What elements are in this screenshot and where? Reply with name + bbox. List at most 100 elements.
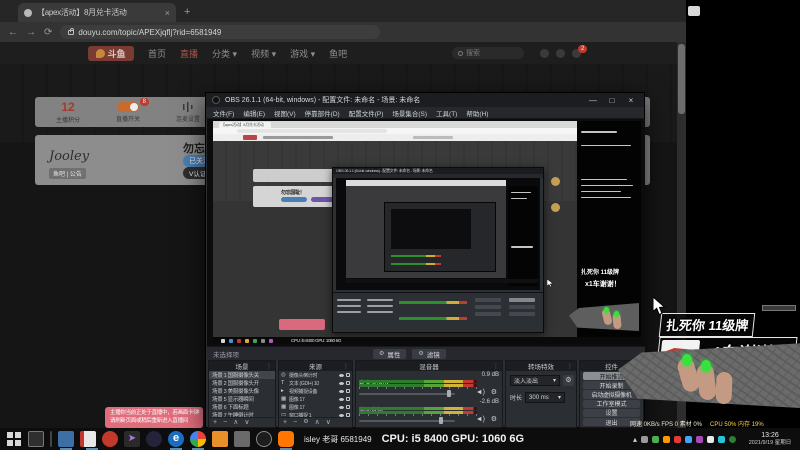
visibility-eye-icon[interactable] [339, 381, 344, 385]
visibility-eye-icon[interactable] [339, 389, 344, 393]
lock-icon[interactable] [346, 373, 350, 377]
close-icon[interactable]: × [624, 96, 638, 105]
scene-item[interactable]: 场景 2 国服摄像头开 [209, 379, 275, 387]
tray-icon[interactable] [674, 435, 681, 443]
lock-icon[interactable] [346, 397, 350, 401]
message-icon[interactable] [540, 49, 549, 58]
menu-docks[interactable]: 停靠部件(D) [305, 108, 340, 118]
scene-item[interactable]: 场景 6 下面标题 [209, 403, 275, 411]
tray-icon[interactable] [663, 435, 670, 443]
back-icon[interactable]: ← [8, 27, 18, 38]
visibility-eye-icon[interactable] [339, 373, 344, 377]
menu-profile[interactable]: 配置文件(P) [349, 108, 384, 118]
source-item[interactable]: T 文本 (GDI+) 10 [279, 379, 352, 387]
tray-icon[interactable] [652, 435, 659, 443]
spinner-icons[interactable]: ▾ [558, 394, 561, 401]
menu-view[interactable]: 视图(V) [274, 108, 296, 118]
lock-icon[interactable] [346, 389, 350, 393]
netease-music-icon[interactable] [102, 431, 118, 447]
forward-icon[interactable]: → [26, 27, 36, 38]
tray-icon[interactable] [718, 435, 725, 443]
taskbar-clock[interactable]: 13:26 2021/9/19 星期日 [744, 432, 796, 447]
edge-icon[interactable]: e [168, 431, 184, 450]
new-tab-button[interactable]: + [184, 6, 190, 18]
desktop-speaker-icon[interactable]: ◄) [476, 416, 485, 423]
source-down-icon[interactable]: ∨ [326, 418, 331, 427]
dock-menu-icon[interactable]: ⋮ [567, 363, 573, 370]
scenes-header[interactable]: 场景 ⋮ [209, 361, 275, 371]
refresh-icon[interactable]: ⟳ [44, 27, 52, 38]
lock-icon[interactable] [346, 381, 350, 385]
scene-item[interactable]: 场景 5 显示器瞬间 [209, 395, 275, 403]
nav-live[interactable]: 直播 [180, 47, 198, 60]
dock-menu-icon[interactable]: ⋮ [266, 363, 272, 370]
transition-gear-icon[interactable]: ⚙ [563, 375, 574, 386]
tray-icon[interactable] [685, 435, 692, 443]
transition-select[interactable]: 淡入淡出 ▾ [510, 375, 560, 386]
fishbar-pill[interactable]: 鱼吧 | 公告 [49, 168, 86, 179]
duration-input[interactable]: 300 ms ▾ [525, 392, 566, 403]
nav-home[interactable]: 首页 [148, 47, 166, 60]
tray-icon[interactable] [729, 435, 736, 443]
mixer-header[interactable]: 混音器 ⋮ [356, 361, 502, 371]
maximize-icon[interactable]: □ [605, 96, 619, 105]
add-scene-icon[interactable]: + [213, 418, 217, 427]
mic-volume-slider[interactable] [359, 393, 455, 395]
mic-volume-knob[interactable] [447, 390, 451, 397]
url-field[interactable]: douyu.com/topic/APEXjqflj?rid=6581949 [60, 25, 381, 39]
filters-button[interactable]: ⚙ 滤镜 [412, 348, 446, 359]
search-input[interactable]: 搜索 [452, 47, 524, 59]
nav-category[interactable]: 分类 ▾ [212, 47, 237, 60]
source-up-icon[interactable]: ∧ [315, 418, 320, 427]
nav-game[interactable]: 游戏 ▾ [290, 47, 315, 60]
tray-icon[interactable] [707, 435, 714, 443]
dock-menu-icon[interactable]: ⋮ [343, 363, 349, 370]
visibility-eye-icon[interactable] [339, 405, 344, 409]
tray-expand-icon[interactable]: ▴ [633, 435, 637, 444]
tray-icon[interactable] [641, 435, 648, 443]
toast-close-icon[interactable]: × [196, 409, 200, 416]
douyu-app-icon[interactable] [278, 431, 294, 450]
douyu-logo[interactable]: 斗鱼 [88, 45, 134, 61]
source-properties-gear-icon[interactable]: ⚙ [303, 418, 308, 427]
taskbar-room-label[interactable]: isley 老哥 6581949 [304, 434, 372, 445]
chrome-icon[interactable] [190, 431, 206, 450]
orange-app-icon[interactable] [212, 431, 228, 447]
live-toggle[interactable] [117, 101, 139, 112]
nav-video[interactable]: 视频 ▾ [251, 47, 276, 60]
obs-preview[interactable]: 【apex活动】8月兑卡活动 勿忘国耻！ OBS 26.1.1 (64-bit,… [207, 119, 645, 346]
scene-down-icon[interactable]: ∨ [244, 418, 249, 427]
tab-close-icon[interactable]: × [165, 8, 170, 18]
nav-fishbar[interactable]: 鱼吧 [329, 47, 347, 60]
lock-icon[interactable] [346, 405, 350, 409]
photos-app-icon[interactable] [80, 431, 98, 450]
desktop-gear-icon[interactable]: ⚙ [491, 416, 497, 423]
scene-up-icon[interactable]: ∧ [233, 418, 238, 427]
tray-icon[interactable] [696, 435, 703, 443]
source-item[interactable]: ▸ 视频捕捉设备 [279, 387, 352, 395]
visibility-eye-icon[interactable] [339, 397, 344, 401]
source-item[interactable]: ▦ 图像 17 [279, 403, 352, 411]
desktop-volume-knob[interactable] [439, 417, 443, 424]
sources-header[interactable]: 来源 ⋮ [279, 361, 352, 371]
remove-scene-icon[interactable]: − [223, 418, 227, 427]
minimize-icon[interactable]: — [586, 96, 600, 105]
scrollbar-thumb[interactable] [678, 44, 685, 114]
menu-file[interactable]: 文件(F) [213, 108, 234, 118]
settings-button[interactable]: 设置 [583, 408, 640, 417]
menu-edit[interactable]: 编辑(E) [243, 108, 265, 118]
properties-button[interactable]: ⚙ 属性 [373, 348, 407, 359]
gray-app-icon[interactable] [234, 431, 250, 447]
obs-titlebar[interactable]: OBS 26.1.1 (64-bit, windows) - 配置文件: 未命名… [206, 93, 644, 107]
source-item[interactable]: ▦ 图像 17 [279, 395, 352, 403]
add-source-icon[interactable]: + [283, 418, 287, 427]
heart-icon[interactable] [556, 49, 565, 58]
dark-app-icon[interactable] [146, 431, 162, 447]
mic-speaker-icon[interactable]: ◄) [476, 389, 485, 396]
start-button[interactable] [6, 431, 22, 447]
browser-tab[interactable]: 【apex活动】8月兑卡活动 × [18, 3, 176, 22]
dock-menu-icon[interactable]: ⋮ [493, 363, 499, 370]
scene-item[interactable]: 场景 3 美服摄像头像 [209, 387, 275, 395]
task-view-button[interactable] [28, 431, 44, 447]
source-item[interactable]: ◎ 摄像头倒计时 [279, 371, 352, 379]
